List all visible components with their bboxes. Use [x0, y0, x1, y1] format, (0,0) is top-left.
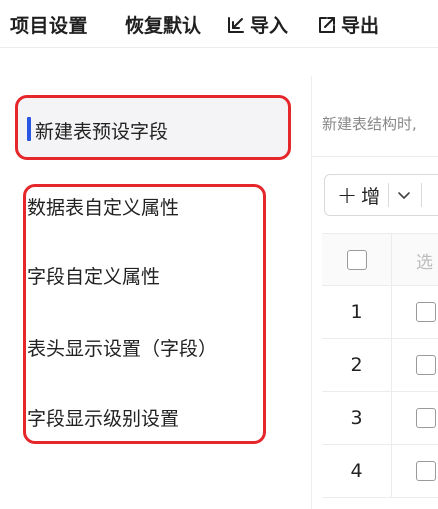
- row-select-cell: [416, 339, 436, 391]
- column-header-select: 选: [416, 252, 433, 273]
- divider: [312, 156, 438, 157]
- active-indicator: [27, 117, 31, 141]
- reset-default-button[interactable]: 恢复默认: [125, 11, 201, 38]
- select-all-cell: [322, 234, 392, 286]
- reset-default-label: 恢复默认: [125, 15, 202, 37]
- fields-table: 选 1 2 3 4: [322, 233, 438, 498]
- plus-icon: +: [337, 181, 358, 209]
- chevron-down-icon: [398, 192, 410, 199]
- export-icon: [317, 15, 337, 35]
- add-dropdown-toggle[interactable]: [389, 186, 413, 204]
- row-index: 2: [322, 339, 392, 391]
- table-row: 2: [322, 339, 438, 392]
- sidebar-item-new-table-preset-fields[interactable]: 新建表预设字段: [18, 98, 288, 158]
- sidebar-item-header-display-settings[interactable]: 表头显示设置（字段）: [27, 334, 217, 361]
- row-index: 3: [322, 392, 392, 444]
- top-toolbar: 项目设置 恢复默认 导入 导出: [0, 0, 438, 48]
- row-select-cell: [416, 445, 436, 497]
- sidebar-item-field-custom-attributes[interactable]: 字段自定义属性: [27, 262, 160, 289]
- hint-text: 新建表结构时,: [322, 115, 417, 133]
- import-icon: [226, 15, 246, 35]
- import-label: 导入: [250, 15, 289, 37]
- row-index: 1: [322, 286, 392, 338]
- table-row: 4: [322, 445, 438, 498]
- row-checkbox[interactable]: [416, 302, 436, 322]
- add-button-group: + 增: [324, 174, 438, 216]
- sidebar-item-table-custom-attributes[interactable]: 数据表自定义属性: [27, 193, 179, 220]
- row-checkbox[interactable]: [416, 408, 436, 428]
- row-index: 4: [322, 445, 392, 497]
- row-select-cell: [416, 392, 436, 444]
- import-button[interactable]: 导入: [226, 11, 288, 38]
- table-row: 1: [322, 286, 438, 339]
- row-checkbox[interactable]: [416, 355, 436, 375]
- row-checkbox[interactable]: [416, 461, 436, 481]
- sidebar-item-field-display-level[interactable]: 字段显示级别设置: [27, 404, 179, 431]
- add-button[interactable]: + 增: [325, 182, 380, 209]
- export-label: 导出: [341, 15, 380, 37]
- page-title: 项目设置: [10, 15, 89, 37]
- table-header-row: 选: [322, 233, 438, 286]
- main-panel: 新建表结构时, + 增 选 1 2 3 4: [312, 48, 438, 509]
- export-button[interactable]: 导出: [317, 11, 379, 38]
- add-button-label: 增: [361, 185, 381, 208]
- divider: [421, 183, 423, 207]
- sidebar-item-label: 新建表预设字段: [35, 121, 169, 143]
- row-select-cell: [416, 286, 436, 338]
- table-row: 3: [322, 392, 438, 445]
- select-all-checkbox[interactable]: [346, 250, 367, 270]
